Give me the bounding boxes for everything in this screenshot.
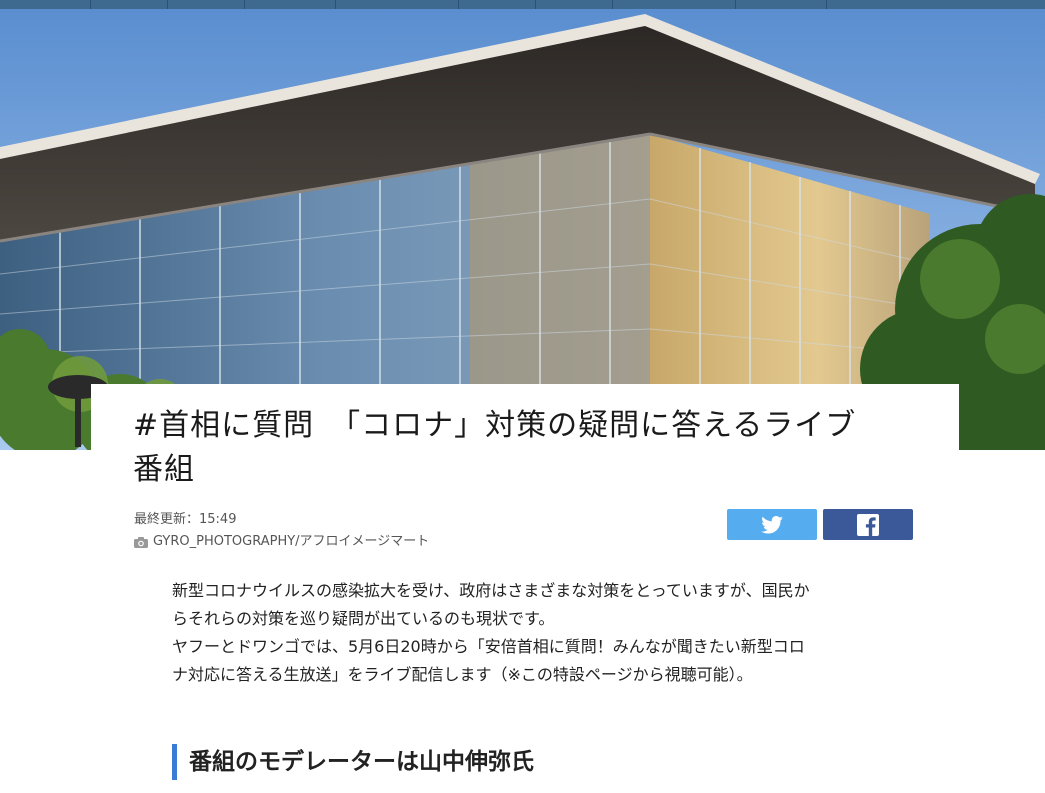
section-heading: 番組のモデレーターは山中伸弥氏 xyxy=(172,744,534,780)
camera-icon xyxy=(134,536,148,548)
facebook-f-icon xyxy=(857,513,879,536)
photo-credit-text: GYRO_PHOTOGRAPHY/アフロイメージマート xyxy=(153,534,430,549)
facebook-share-button[interactable] xyxy=(823,509,913,540)
twitter-share-button[interactable] xyxy=(727,509,817,540)
nav-segment[interactable] xyxy=(736,0,827,9)
article-meta: 最終更新：15:49 GYRO_PHOTOGRAPHY/アフロイメージマート xyxy=(134,509,429,553)
paragraph-1-line1: 新型コロナウイルスの感染拡大を受け、政府はさまざまな対策をとっていますが、国民か xyxy=(172,581,810,600)
article-body: 新型コロナウイルスの感染拡大を受け、政府はさまざまな対策をとっていますが、国民か… xyxy=(172,577,892,689)
nav-segment[interactable] xyxy=(168,0,245,9)
paragraph-2: ヤフーとドワンゴでは、5月6日20時から「安倍首相に質問！みんなが聞きたい新型コ… xyxy=(172,633,892,689)
article-title: #首相に質問 「コロナ」対策の疑問に答えるライブ 番組 xyxy=(133,404,917,492)
nav-segment[interactable] xyxy=(459,0,536,9)
last-updated: 最終更新：15:49 xyxy=(134,512,237,527)
twitter-bird-icon xyxy=(761,515,783,534)
nav-segment[interactable] xyxy=(336,0,459,9)
paragraph-2-line2: ナ対応に答える生放送」をライブ配信します（※この特設ページから視聴可能）。 xyxy=(172,665,753,684)
article-title-line1: #首相に質問 「コロナ」対策の疑問に答えるライブ xyxy=(133,408,857,443)
nav-segment[interactable] xyxy=(0,0,91,9)
article-title-line2: 番組 xyxy=(133,452,195,487)
article-page: #首相に質問 「コロナ」対策の疑問に答えるライブ 番組 最終更新：15:49 G… xyxy=(0,0,1045,793)
nav-segment[interactable] xyxy=(613,0,736,9)
paragraph-2-line1: ヤフーとドワンゴでは、5月6日20時から「安倍首相に質問！みんなが聞きたい新型コ… xyxy=(172,637,805,656)
top-navigation-bar xyxy=(0,0,1045,9)
nav-segment[interactable] xyxy=(245,0,336,9)
paragraph-1-line2: らそれらの対策を巡り疑問が出ているのも現状です。 xyxy=(172,609,555,628)
paragraph-1: 新型コロナウイルスの感染拡大を受け、政府はさまざまな対策をとっていますが、国民か… xyxy=(172,577,892,633)
photo-credit: GYRO_PHOTOGRAPHY/アフロイメージマート xyxy=(134,531,429,553)
nav-segment[interactable] xyxy=(91,0,168,9)
title-card: #首相に質問 「コロナ」対策の疑問に答えるライブ 番組 xyxy=(91,384,959,492)
nav-segment[interactable] xyxy=(536,0,613,9)
